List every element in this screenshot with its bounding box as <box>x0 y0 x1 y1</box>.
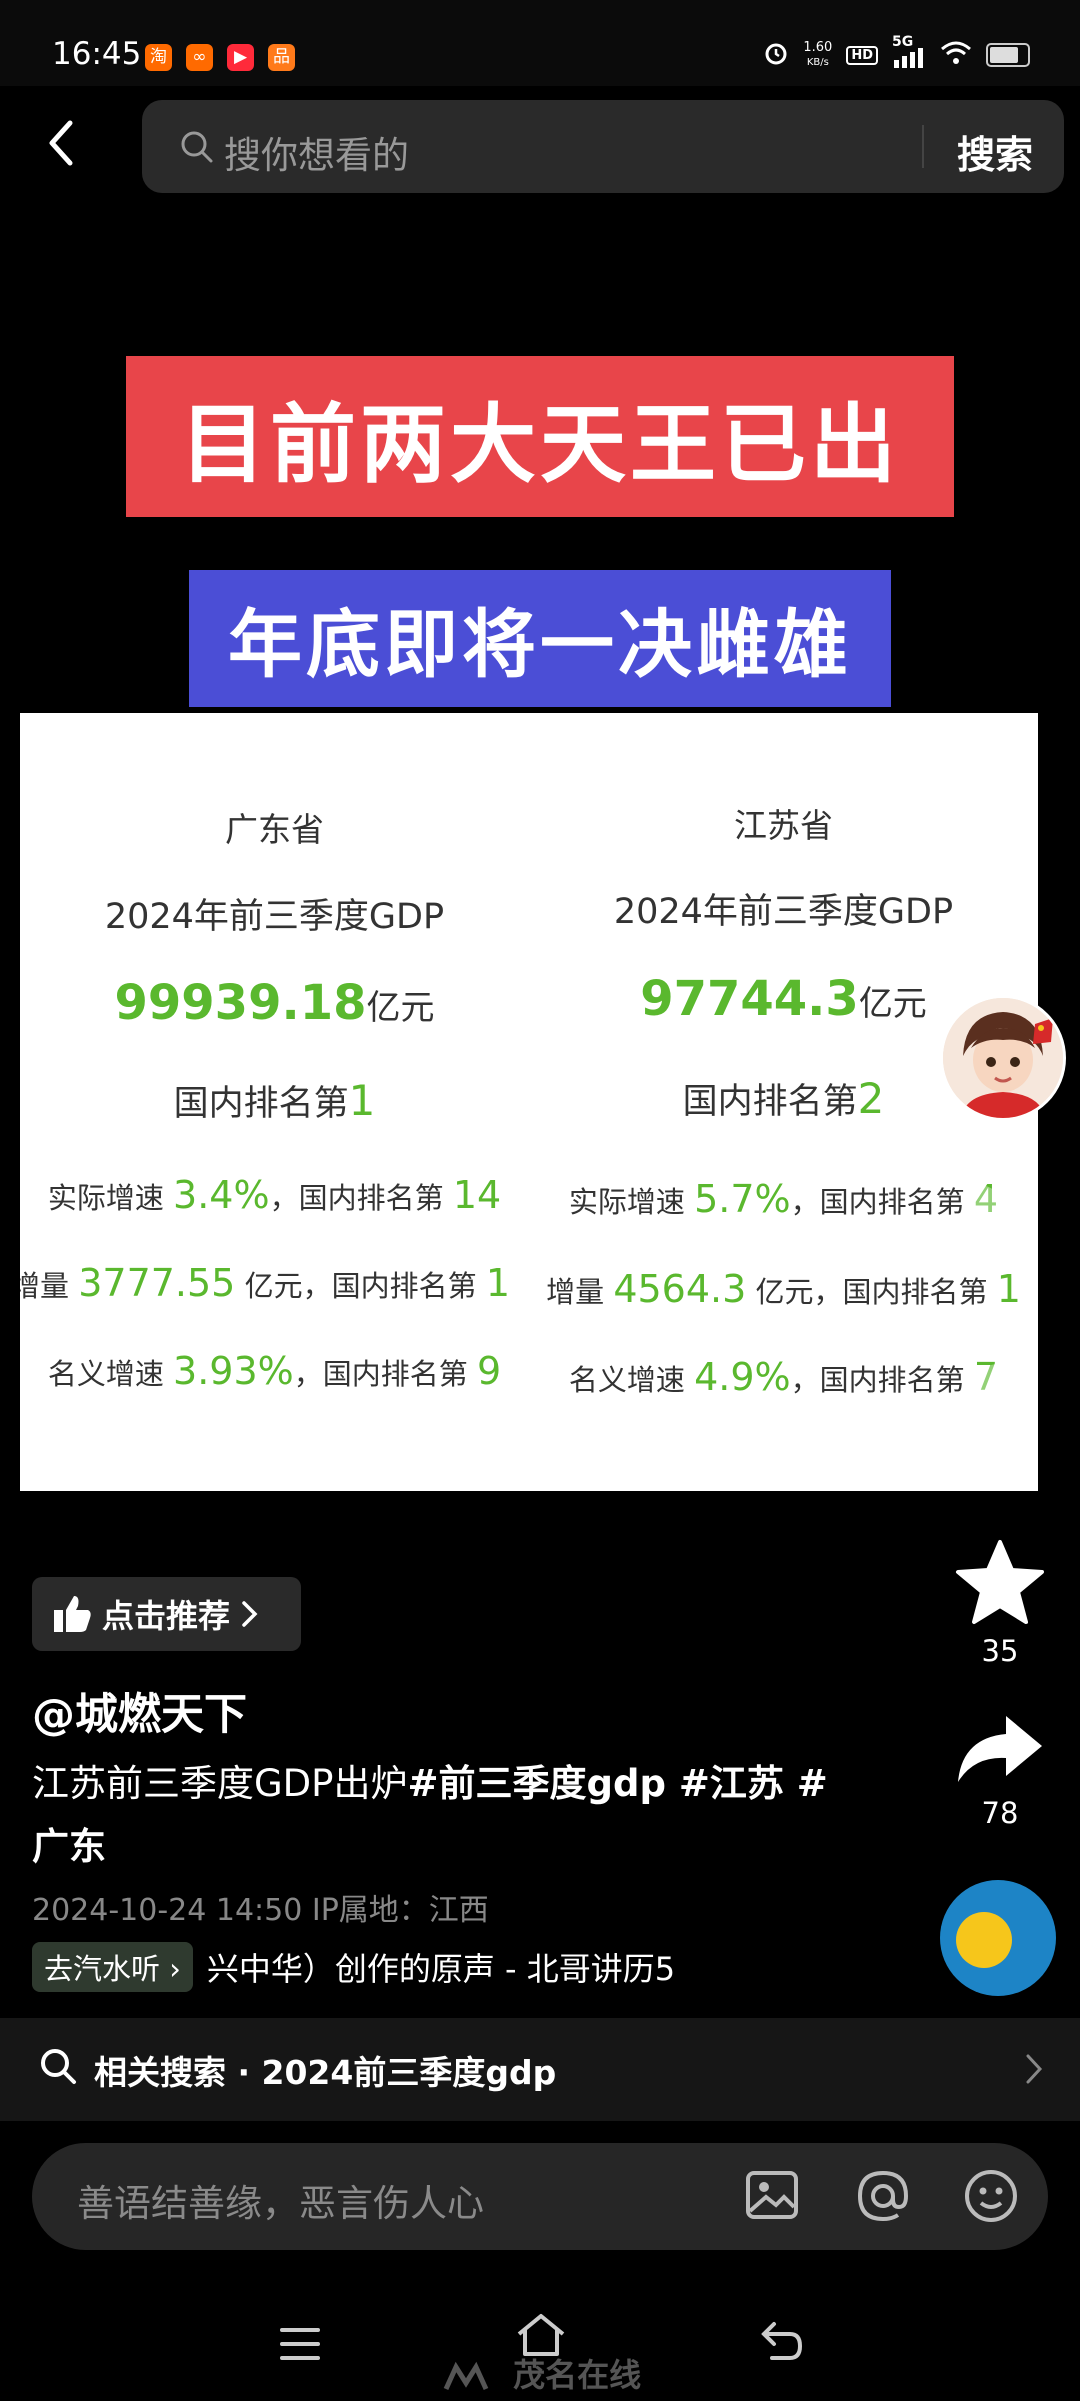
search-bar[interactable]: 搜你想看的 搜索 <box>142 100 1064 193</box>
star-icon <box>956 1540 1044 1624</box>
increase-line: 增量 3777.55 亿元，国内排名第 1 <box>20 1261 510 1305</box>
chevron-right-icon <box>242 1601 258 1627</box>
comment-icon[interactable] <box>955 1360 1045 1437</box>
share-arrow-icon <box>958 1716 1042 1782</box>
status-app-icons: 淘 ∞ ▶ 品 <box>145 44 295 71</box>
chevron-left-icon <box>49 120 73 166</box>
music-row[interactable]: 去汽水听 › 兴中华）创作的原声 - 北哥讲历5 <box>32 1942 722 1992</box>
video-banner-bottom: 年底即将一决雌雄 <box>189 570 891 707</box>
open-qishui-button[interactable]: 去汽水听 › <box>32 1942 193 1992</box>
recommend-label: 点击推荐 <box>102 1597 231 1635</box>
gdp-subtitle: 2024年前三季度GDP <box>104 897 445 937</box>
favorite-button[interactable]: 35 <box>945 1538 1055 1668</box>
recommend-button[interactable]: 点击推荐 <box>32 1577 301 1651</box>
net-speed: 1.60 KB/s <box>803 39 833 68</box>
gdp-value: 99939.18亿元 <box>114 975 435 1031</box>
chevron-right-icon <box>1024 2052 1044 2094</box>
back-button[interactable] <box>40 115 90 175</box>
music-title: 兴中华）创作的原声 - 北哥讲历5 <box>206 1950 676 1988</box>
cellular-signal-icon: 5G <box>892 34 926 70</box>
thumbs-up-icon <box>54 1596 91 1632</box>
link-app-icon: ∞ <box>186 44 213 71</box>
share-button[interactable]: 78 <box>945 1710 1055 1830</box>
alarm-icon <box>763 40 789 70</box>
comment-input[interactable]: 善语结善缘，恶言伤人心 <box>77 2173 484 2227</box>
music-disc[interactable] <box>940 1880 1056 1996</box>
nominal-growth-line: 名义增速 3.93%，国内排名第 9 <box>47 1349 502 1393</box>
province-name: 江苏省 <box>734 806 833 845</box>
shop-app-icon: 品 <box>268 44 295 71</box>
post-description: 江苏前三季度GDP出炉#前三季度gdp #江苏 # 广东 <box>32 1762 828 1868</box>
post-meta: 2024-10-24 14:50 IP属地：江西 <box>32 1893 489 1928</box>
search-icon <box>38 2046 78 2094</box>
comment-count: 515 <box>978 1450 1032 1483</box>
watermark: 茂名在线 <box>442 2350 641 2396</box>
like-count: 29 <box>982 1230 1018 1263</box>
comment-input-bar[interactable]: 善语结善缘，恶言伤人心 <box>32 2143 1048 2250</box>
menu-icon[interactable] <box>278 2324 322 2368</box>
battery-icon <box>986 43 1030 67</box>
image-icon[interactable] <box>744 2167 800 2227</box>
hashtag-guangdong[interactable]: 广东 <box>32 1825 106 1868</box>
related-search-bar[interactable]: 相关搜索 · 2024前三季度gdp <box>0 2018 1080 2121</box>
mention-icon[interactable] <box>854 2167 912 2229</box>
province-name: 广东省 <box>225 810 324 849</box>
search-divider <box>922 125 924 168</box>
status-bar: 16:45 淘 ∞ ▶ 品 1.60 KB/s HD 5G <box>0 0 1080 86</box>
music-cover-icon <box>956 1912 1012 1968</box>
gdp-comparison-card: 广东省 2024年前三季度GDP 99939.18亿元 国内排名第1 实际增速 … <box>20 713 1038 1491</box>
video-banner-top: 目前两大天王已出 <box>126 356 954 517</box>
gdp-rank: 国内排名第1 <box>173 1076 376 1125</box>
wifi-icon <box>940 40 972 70</box>
author-avatar[interactable] <box>940 995 1066 1121</box>
gdp-subtitle: 2024年前三季度GDP <box>613 892 954 932</box>
search-input[interactable]: 搜你想看的 <box>224 125 409 179</box>
increase-line: 增量 4564.3 亿元，国内排名第 1 <box>546 1267 1021 1311</box>
status-indicators: 1.60 KB/s HD 5G <box>763 34 1030 70</box>
search-button[interactable]: 搜索 <box>957 124 1033 179</box>
related-search-label: 相关搜索 · 2024前三季度gdp <box>94 2052 557 2092</box>
taobao-icon: 淘 <box>145 44 172 71</box>
avatar-illustration <box>943 998 1063 1118</box>
share-count: 78 <box>981 1796 1019 1830</box>
emoji-icon[interactable] <box>962 2167 1020 2229</box>
video-app-icon: ▶ <box>227 44 254 71</box>
author-name[interactable]: @城燃天下 <box>32 1680 247 1742</box>
back-nav-icon[interactable] <box>758 2320 804 2368</box>
favorite-count: 35 <box>981 1634 1019 1668</box>
hd-badge: HD <box>846 45 878 65</box>
real-growth-line: 实际增速 3.4%，国内排名第 14 <box>47 1173 502 1217</box>
status-time: 16:45 <box>52 36 142 72</box>
hashtags[interactable]: #前三季度gdp #江苏 # <box>407 1762 827 1805</box>
search-icon <box>178 128 216 170</box>
watermark-logo-icon <box>442 2361 502 2393</box>
